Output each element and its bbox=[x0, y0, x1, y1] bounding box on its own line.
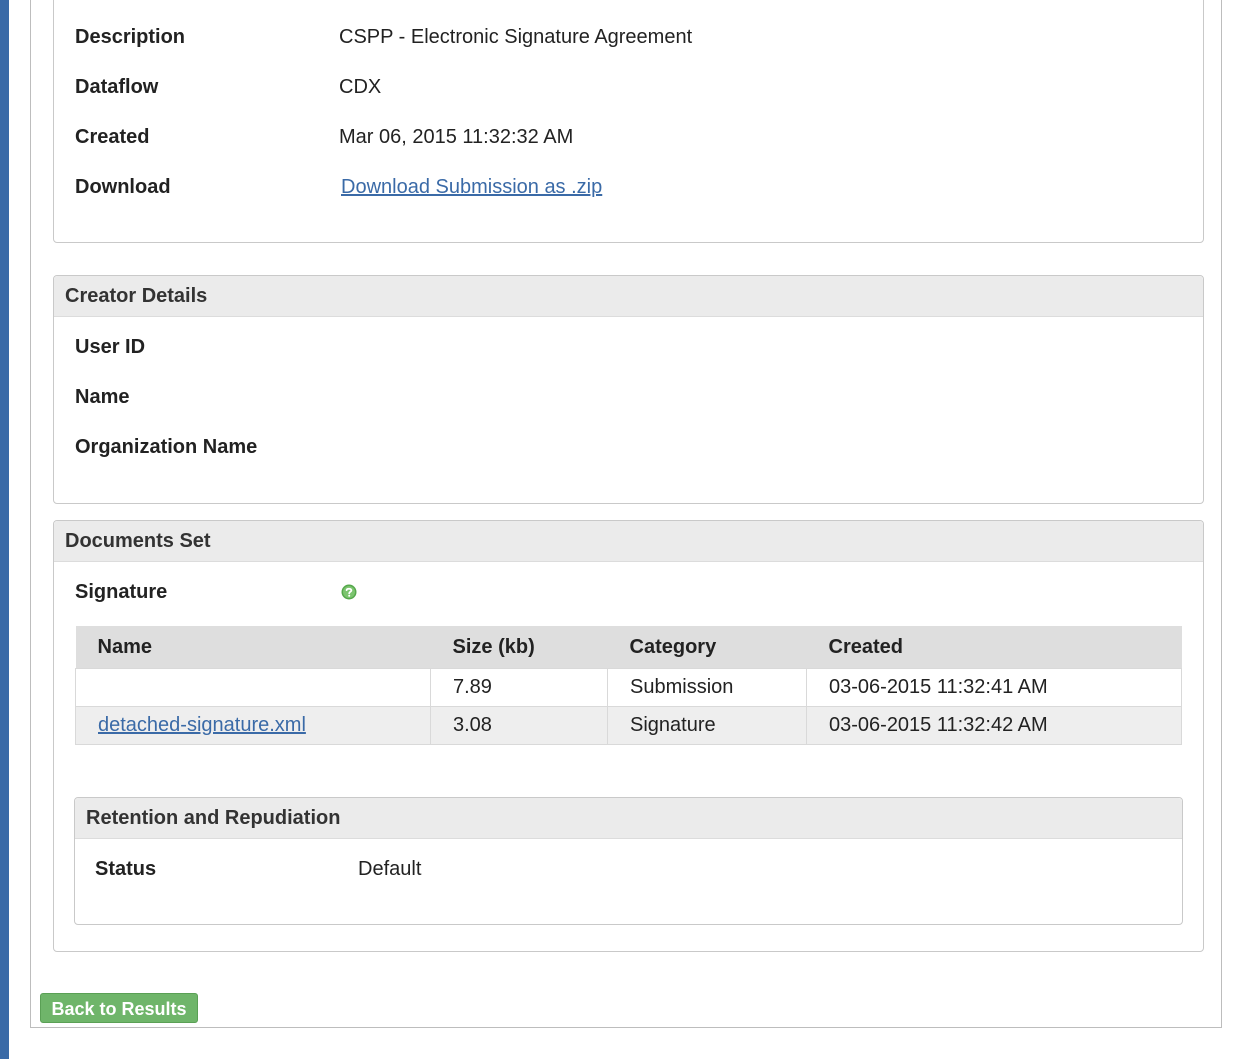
column-header-size: Size (kb) bbox=[430, 626, 608, 669]
status-value: Default bbox=[358, 858, 422, 880]
cell-created: 03-06-2015 11:32:41 AM bbox=[806, 668, 1182, 707]
creator-details-title: Creator Details bbox=[54, 276, 1203, 317]
retention-panel: Retention and Repudiation Status Default bbox=[74, 797, 1183, 925]
detached-signature-link[interactable]: detached-signature.xml bbox=[98, 714, 306, 736]
signature-label: Signature bbox=[75, 581, 168, 603]
retention-title: Retention and Repudiation bbox=[75, 798, 1182, 839]
name-label: Name bbox=[75, 386, 130, 408]
column-header-created: Created bbox=[806, 626, 1182, 669]
description-label: Description bbox=[75, 26, 186, 48]
documents-set-panel: Documents Set Signature Name Size (kb) C… bbox=[53, 520, 1204, 952]
left-accent-bar bbox=[0, 0, 9, 1059]
documents-table: Name Size (kb) Category Created 7.89 Sub… bbox=[75, 626, 1182, 745]
created-value: Mar 06, 2015 11:32:32 AM bbox=[339, 126, 574, 148]
help-icon[interactable] bbox=[341, 583, 357, 600]
documents-table-header: Name Size (kb) Category Created bbox=[75, 626, 1182, 669]
column-header-category: Category bbox=[607, 626, 807, 669]
cell-category: Signature bbox=[607, 706, 807, 745]
cell-size: 3.08 bbox=[430, 706, 608, 745]
user-id-label: User ID bbox=[75, 336, 146, 358]
documents-set-title: Documents Set bbox=[54, 521, 1203, 562]
download-zip-link[interactable]: Download Submission as .zip bbox=[341, 172, 602, 202]
table-row: detached-signature.xml 3.08 Signature 03… bbox=[75, 706, 1182, 745]
dataflow-label: Dataflow bbox=[75, 76, 159, 98]
organization-name-label: Organization Name bbox=[75, 436, 258, 458]
dataflow-value: CDX bbox=[339, 76, 382, 98]
cell-created: 03-06-2015 11:32:42 AM bbox=[806, 706, 1182, 745]
table-row: 7.89 Submission 03-06-2015 11:32:41 AM bbox=[75, 668, 1182, 707]
cell-name bbox=[75, 668, 431, 707]
cell-name: detached-signature.xml bbox=[75, 706, 431, 745]
cell-category: Submission bbox=[607, 668, 807, 707]
cell-size: 7.89 bbox=[430, 668, 608, 707]
download-label: Download bbox=[75, 176, 171, 198]
submission-details-panel: Description CSPP - Electronic Signature … bbox=[53, 0, 1204, 243]
creator-details-panel: Creator Details User ID Name Organizatio… bbox=[53, 275, 1204, 504]
description-value: CSPP - Electronic Signature Agreement bbox=[339, 26, 693, 48]
back-to-results-button[interactable]: Back to Results bbox=[40, 993, 198, 1023]
status-label: Status bbox=[95, 858, 157, 880]
column-header-name: Name bbox=[75, 626, 431, 669]
created-label: Created bbox=[75, 126, 150, 148]
